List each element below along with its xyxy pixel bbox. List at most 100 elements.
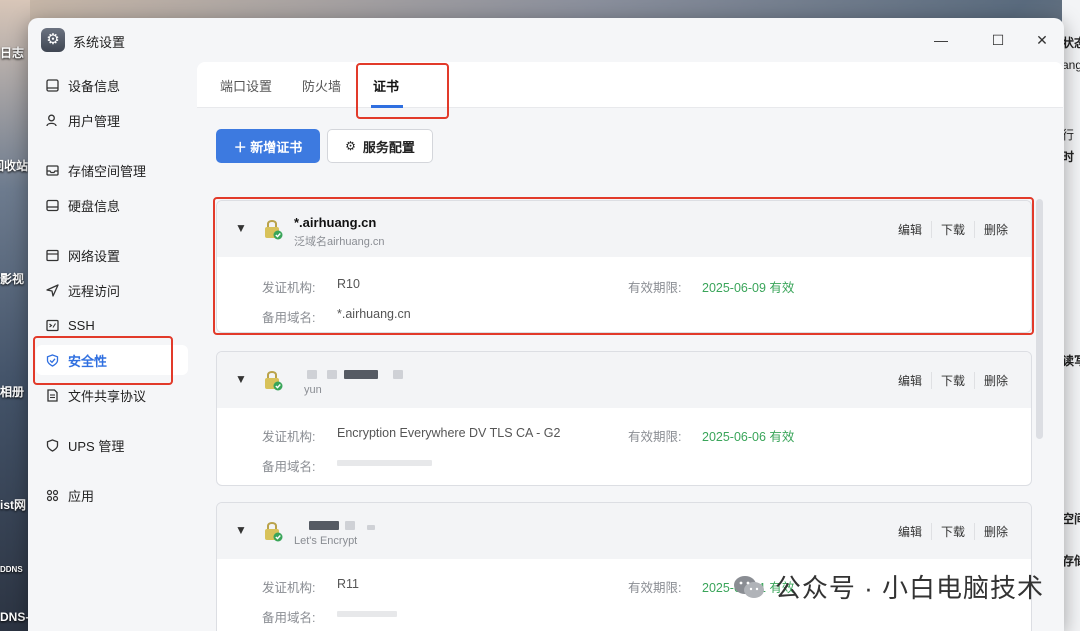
sidebar-item-apps[interactable]: 应用 [36, 480, 188, 510]
sidebar-item-ups[interactable]: UPS 管理 [36, 430, 188, 460]
sidebar-item-remote-access[interactable]: 远程访问 [36, 275, 188, 305]
sidebar-item-device-info[interactable]: 设备信息 [36, 70, 188, 100]
gear-icon: ⚙ [41, 28, 65, 52]
apps-icon [45, 488, 59, 502]
widget-label: 读写 [1062, 354, 1080, 368]
issuer-label: 发证机构: [262, 430, 316, 444]
storage-icon [45, 163, 59, 177]
sidebar-item-label: SSH [68, 317, 95, 333]
watermark-text: 公众号 · 小白电脑技术 [774, 573, 1044, 603]
service-config-button[interactable]: ⚙ 服务配置 [327, 129, 433, 163]
desktop-icon-label[interactable]: DDNS [0, 565, 23, 574]
title-bar[interactable]: ⚙ 系统设置 — ☐ ✕ [28, 18, 1064, 62]
lock-icon [265, 371, 283, 391]
redacted-text [393, 370, 403, 379]
desktop-left-strip: 日志 回收站 影视 相册 ist网 DDNS DNS-C [0, 0, 38, 631]
maximize-button[interactable]: ☐ [988, 30, 1008, 50]
expiry-label: 有效期限: [628, 581, 682, 595]
main-panel: 端口设置 防火墙 证书 ＋ 新增证书 ⚙ 服务配置 ▼ *.airhuang.c… [197, 62, 1064, 631]
file-share-icon [45, 388, 59, 402]
issuer-value: Encryption Everywhere DV TLS CA - G2 [337, 426, 561, 440]
widget-label: 时 [1062, 150, 1075, 164]
sidebar-item-label: UPS 管理 [68, 438, 125, 454]
delete-button[interactable]: 删除 [973, 523, 1017, 540]
device-icon [45, 78, 59, 92]
highlight-annotation [213, 197, 1034, 335]
lock-icon [265, 522, 283, 542]
service-config-label: 服务配置 [362, 139, 415, 155]
sidebar-item-label: 远程访问 [68, 283, 121, 299]
expiry-value: 2025-06-06 有效 [702, 430, 795, 444]
desktop-icon-label[interactable]: 回收站 [0, 157, 28, 174]
redacted-text [345, 521, 355, 530]
widget-label: 状态 [1062, 36, 1080, 50]
user-icon [45, 113, 59, 127]
edit-button[interactable]: 编辑 [889, 372, 931, 389]
add-certificate-button[interactable]: ＋ 新增证书 [216, 129, 320, 163]
desktop-icon-label[interactable]: ist网 [0, 496, 26, 513]
settings-window: ⚙ 系统设置 — ☐ ✕ 设备信息 用户管理 存储空间管理 硬盘信息 网络设置 … [28, 18, 1064, 631]
terminal-icon [45, 318, 59, 332]
alt-domain-label: 备用域名: [262, 460, 316, 474]
sidebar-item-label: 文件共享协议 [68, 388, 147, 404]
sidebar-item-user-management[interactable]: 用户管理 [36, 105, 188, 135]
redacted-text [367, 525, 375, 530]
issuer-value: R11 [337, 577, 360, 591]
sidebar-item-storage[interactable]: 存储空间管理 [36, 155, 188, 185]
highlight-annotation [33, 336, 173, 385]
expiry-label: 有效期限: [628, 430, 682, 444]
redacted-text [337, 611, 397, 617]
redacted-text [307, 370, 317, 379]
certificate-card: ▼ yun 编辑 下载 删除 发证机构: Encryption Everywhe… [216, 351, 1032, 486]
minimize-button[interactable]: — [931, 30, 951, 50]
desktop-icon-label[interactable]: 影视 [0, 270, 24, 287]
sidebar-item-label: 应用 [68, 488, 95, 504]
watermark: 公众号 · 小白电脑技术 [733, 568, 1044, 605]
certificate-card-header[interactable]: ▼ yun 编辑 下载 删除 [217, 352, 1031, 408]
sidebar-item-label: 网络设置 [68, 248, 121, 264]
certificate-actions: 编辑 下载 删除 [889, 372, 1017, 389]
wechat-icon [733, 574, 765, 600]
sidebar-item-label: 硬盘信息 [68, 198, 121, 214]
chevron-down-icon[interactable]: ▼ [235, 523, 247, 537]
alt-domain-label: 备用域名: [262, 611, 316, 625]
redacted-text [344, 370, 378, 379]
scrollbar[interactable] [1036, 199, 1043, 439]
download-button[interactable]: 下载 [930, 523, 974, 540]
issuer-label: 发证机构: [262, 581, 316, 595]
widget-label: 空间 [1062, 512, 1080, 526]
sidebar-item-label: 存储空间管理 [68, 163, 147, 179]
ups-icon [45, 438, 59, 452]
certificate-subtitle: Let's Encrypt [294, 535, 358, 547]
edit-button[interactable]: 编辑 [889, 523, 931, 540]
sidebar: 设备信息 用户管理 存储空间管理 硬盘信息 网络设置 远程访问 SSH 安全性 [28, 62, 196, 631]
certificate-card-header[interactable]: ▼ Let's Encrypt 编辑 下载 删除 [217, 503, 1031, 559]
delete-button[interactable]: 删除 [973, 372, 1017, 389]
redacted-text [327, 370, 337, 379]
desktop-right-widget: 状态 ang 行 时 读写 空间 存储 [1062, 0, 1080, 631]
remote-icon [45, 283, 59, 297]
sidebar-item-network[interactable]: 网络设置 [36, 240, 188, 270]
window-title: 系统设置 [73, 35, 126, 50]
sidebar-item-label: 设备信息 [68, 78, 121, 94]
gear-icon: ⚙ [345, 139, 356, 153]
widget-label: ang [1062, 58, 1080, 72]
desktop-icon-label[interactable]: 日志 [0, 44, 24, 61]
highlight-annotation [356, 63, 449, 119]
certificate-actions: 编辑 下载 删除 [889, 523, 1017, 540]
tab-bar: 端口设置 防火墙 证书 [197, 62, 1063, 108]
chevron-down-icon[interactable]: ▼ [235, 372, 247, 386]
certificate-subtitle: yun [304, 384, 322, 396]
tab-port-settings[interactable]: 端口设置 [220, 76, 272, 95]
redacted-text [309, 521, 339, 530]
download-button[interactable]: 下载 [930, 372, 974, 389]
close-button[interactable]: ✕ [1032, 30, 1052, 50]
widget-label: 存储 [1062, 554, 1080, 568]
sidebar-item-label: 用户管理 [68, 113, 121, 129]
desktop-icon-label[interactable]: 相册 [0, 383, 24, 400]
tab-firewall[interactable]: 防火墙 [302, 76, 341, 95]
disk-icon [45, 198, 59, 212]
widget-label: 行 [1062, 128, 1075, 142]
redacted-text [337, 460, 432, 466]
sidebar-item-disk-info[interactable]: 硬盘信息 [36, 190, 188, 220]
